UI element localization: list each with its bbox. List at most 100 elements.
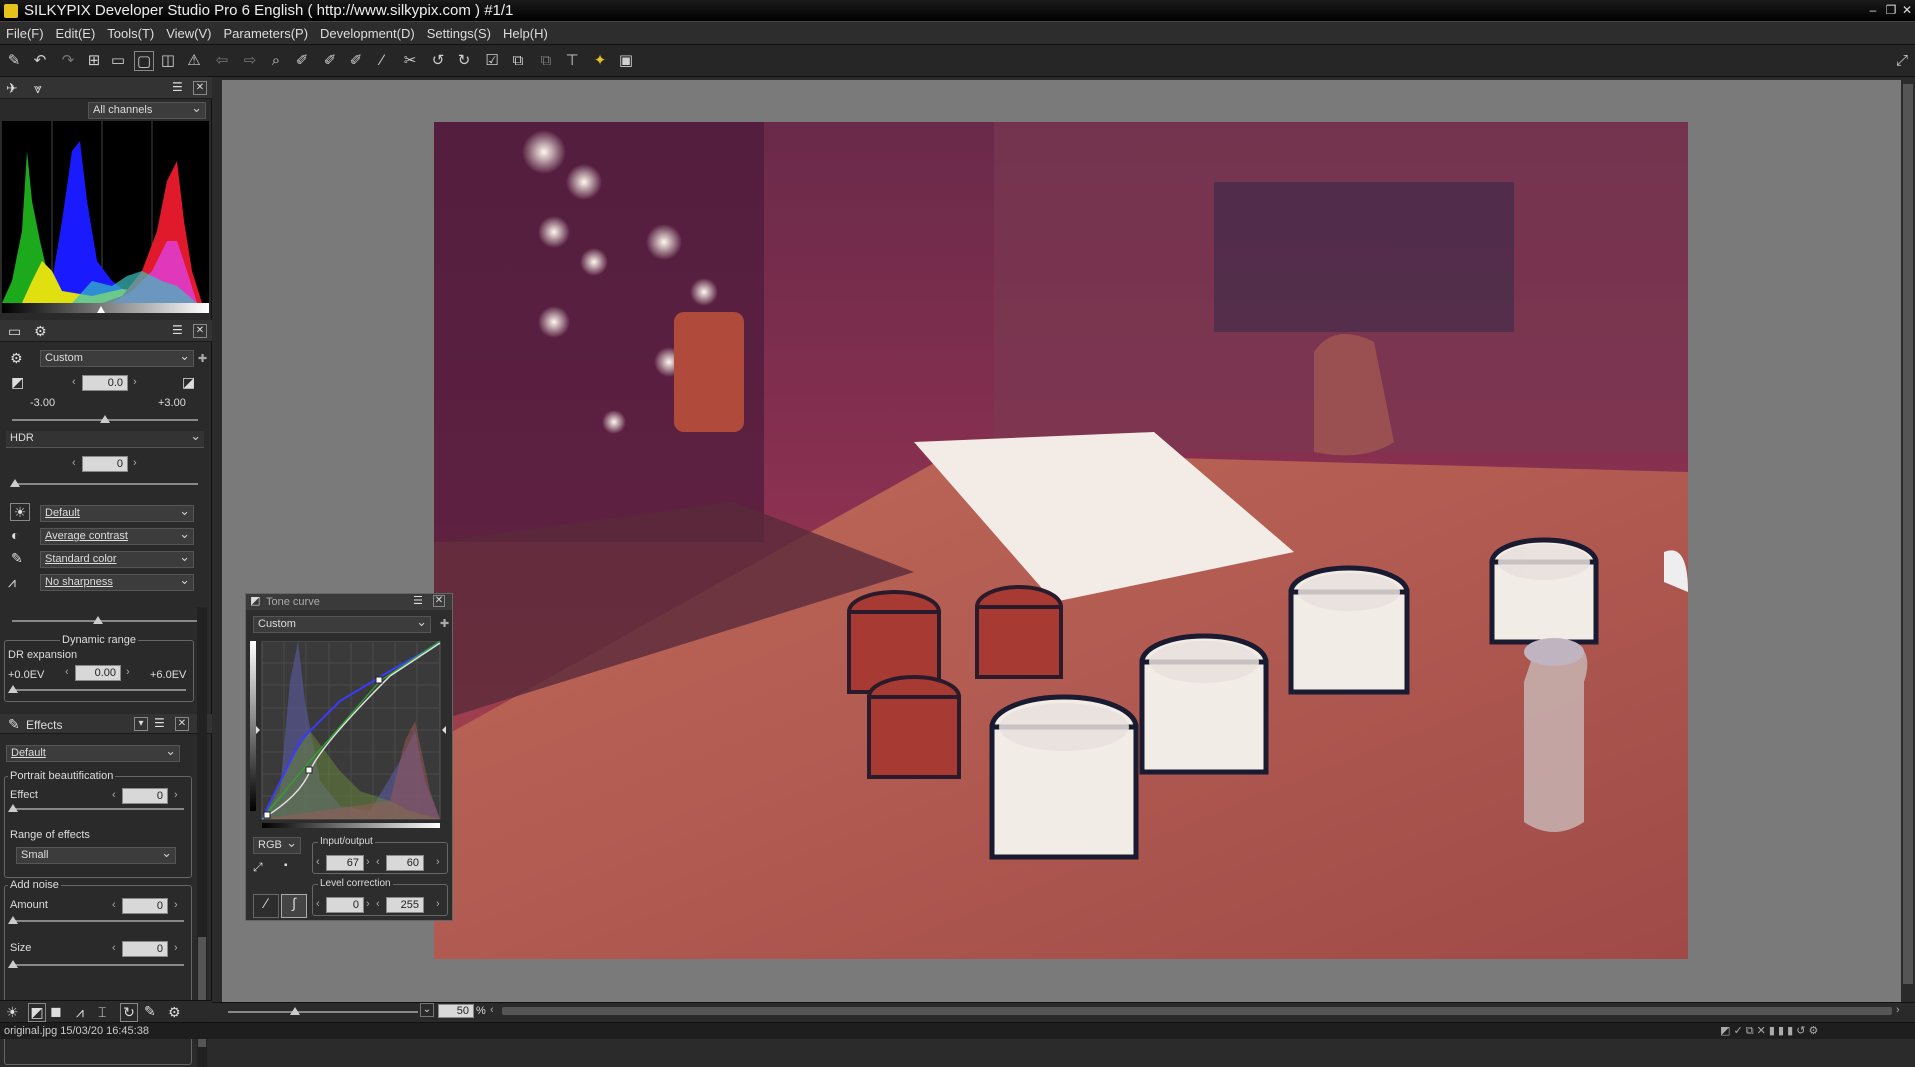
decrease-arrow[interactable]: ‹: [112, 789, 116, 801]
screen-icon[interactable]: ▣: [616, 51, 636, 71]
increase-arrow[interactable]: ›: [133, 457, 137, 469]
level-high-value[interactable]: 255: [386, 897, 424, 913]
point-tool-icon[interactable]: ▪: [284, 860, 288, 871]
amount-slider-thumb[interactable]: [8, 916, 18, 924]
panel-menu-icon[interactable]: ☰: [172, 80, 183, 94]
zoom-input[interactable]: 50: [438, 1004, 474, 1018]
exposure-input[interactable]: 0.0: [82, 375, 128, 391]
photo-preview[interactable]: [434, 122, 1688, 959]
effects-preset-select[interactable]: Default: [6, 743, 180, 762]
exposure-slider-thumb[interactable]: [100, 415, 110, 423]
panel-menu-icon[interactable]: ☰: [172, 323, 183, 337]
fullscreen-icon[interactable]: ⤢: [1892, 51, 1912, 71]
color-tab-icon[interactable]: ◼: [50, 1003, 62, 1020]
decrease-arrow[interactable]: ‹: [112, 899, 116, 911]
tone-curve-preset-select[interactable]: Custom: [253, 614, 431, 633]
hdr-select[interactable]: HDR: [6, 428, 204, 448]
sun-tab-icon[interactable]: ☀: [6, 1004, 19, 1021]
canvas-hscrollbar[interactable]: [502, 1007, 1892, 1015]
input-value[interactable]: 67: [326, 855, 364, 871]
add-icon[interactable]: ✚: [440, 617, 449, 630]
develop-tab-icon[interactable]: ⚙: [34, 323, 47, 340]
white-balance-picker-icon[interactable]: ✐: [292, 51, 312, 71]
close-icon[interactable]: ✕: [193, 81, 207, 95]
menu-development[interactable]: Development(D): [314, 22, 421, 45]
output-value[interactable]: 60: [386, 855, 424, 871]
collapse-icon[interactable]: ▾: [134, 717, 148, 731]
dr-slider[interactable]: [10, 689, 186, 691]
decrease-arrow[interactable]: ‹: [316, 856, 320, 868]
next-image-icon[interactable]: ⇨: [240, 51, 260, 71]
compare-view-icon[interactable]: ◫: [158, 51, 178, 71]
copy-params-icon[interactable]: ⧉: [508, 51, 528, 71]
spline-curve-icon[interactable]: ∫: [281, 894, 307, 918]
settings-tab-icon[interactable]: ⚙: [168, 1004, 181, 1021]
menu-tools[interactable]: Tools(T): [101, 22, 160, 45]
add-icon[interactable]: ✚: [198, 352, 207, 365]
zoom-icon[interactable]: ⌕: [266, 51, 286, 71]
sharpness-slider[interactable]: [12, 620, 198, 622]
menu-help[interactable]: Help(H): [497, 22, 554, 45]
curve-tool-icon[interactable]: ⤢: [253, 860, 263, 875]
effect-slider[interactable]: [12, 808, 184, 810]
range-select[interactable]: Small: [16, 845, 176, 864]
close-icon[interactable]: ✕: [433, 595, 445, 607]
close-button[interactable]: ✕: [1898, 2, 1915, 18]
size-input[interactable]: 0: [122, 941, 168, 957]
amount-input[interactable]: 0: [122, 898, 168, 914]
histogram-tab-icon[interactable]: ⩔: [34, 80, 42, 97]
increase-arrow[interactable]: ›: [174, 942, 178, 954]
hdr-slider-thumb[interactable]: [10, 479, 20, 487]
comment-icon[interactable]: ▭: [8, 323, 21, 340]
rotate-left-icon[interactable]: ↺: [428, 51, 448, 71]
minimize-button[interactable]: –: [1864, 2, 1882, 18]
filmstrip-view-icon[interactable]: ▭: [108, 51, 128, 71]
mark-icon[interactable]: ☑: [482, 51, 502, 71]
color-select[interactable]: Standard color: [40, 549, 194, 568]
decrease-arrow[interactable]: ‹: [72, 376, 76, 388]
prev-image-icon[interactable]: ⇦: [212, 51, 232, 71]
rotate-tab-icon[interactable]: ↻: [120, 1003, 138, 1022]
brush-icon[interactable]: ∕: [372, 51, 392, 71]
increase-arrow[interactable]: ›: [174, 899, 178, 911]
tone-curve-titlebar[interactable]: ◩ Tone curve ☰ ✕: [246, 594, 452, 610]
tone-channel-select[interactable]: RGB: [253, 835, 301, 854]
zoom-slider[interactable]: [228, 1011, 418, 1013]
decrease-arrow[interactable]: ‹: [316, 898, 320, 910]
tone-tab-icon[interactable]: ◩: [28, 1003, 46, 1022]
effect-input[interactable]: 0: [122, 788, 168, 804]
histogram-channel-select[interactable]: All channels: [88, 100, 206, 119]
crop-icon[interactable]: ✂: [400, 51, 420, 71]
level-low-value[interactable]: 0: [326, 897, 364, 913]
linear-curve-icon[interactable]: ∕: [253, 894, 279, 918]
sharpness-slider-thumb[interactable]: [93, 616, 103, 624]
amount-slider[interactable]: [12, 920, 184, 922]
pin-icon[interactable]: ✈: [6, 80, 18, 97]
effects-tab-icon[interactable]: ✎: [144, 1003, 156, 1020]
scroll-left-arrow[interactable]: ‹: [490, 1004, 494, 1016]
paste-params-icon[interactable]: ⧉: [536, 51, 556, 71]
zoom-dropdown-icon[interactable]: ⌄: [420, 1003, 434, 1017]
menu-file[interactable]: File(F): [0, 22, 50, 45]
increase-arrow[interactable]: ›: [366, 898, 370, 910]
zoom-slider-thumb[interactable]: [290, 1007, 300, 1015]
hdr-input[interactable]: 0: [82, 456, 128, 472]
increase-arrow[interactable]: ›: [133, 376, 137, 388]
grid-view-icon[interactable]: ⊞: [84, 51, 104, 71]
decrease-arrow[interactable]: ‹: [376, 898, 380, 910]
canvas-vscrollbar-thumb[interactable]: [1903, 84, 1913, 984]
increase-arrow[interactable]: ›: [366, 856, 370, 868]
size-slider-thumb[interactable]: [8, 960, 18, 968]
curve-point[interactable]: [375, 676, 383, 684]
auto-exposure-icon[interactable]: ◪: [182, 374, 195, 391]
menu-settings[interactable]: Settings(S): [421, 22, 497, 45]
increase-arrow[interactable]: ›: [436, 898, 440, 910]
auto-icon[interactable]: ✦: [590, 51, 610, 71]
rotate-right-icon[interactable]: ↻: [454, 51, 474, 71]
curve-point[interactable]: [263, 811, 271, 819]
tone-curve-graph[interactable]: [250, 641, 448, 831]
curve-point[interactable]: [305, 766, 313, 774]
effect-slider-thumb[interactable]: [8, 804, 18, 812]
sharp-tab-icon[interactable]: ⩘: [76, 1004, 84, 1021]
spot-picker-icon[interactable]: ✐: [346, 51, 366, 71]
